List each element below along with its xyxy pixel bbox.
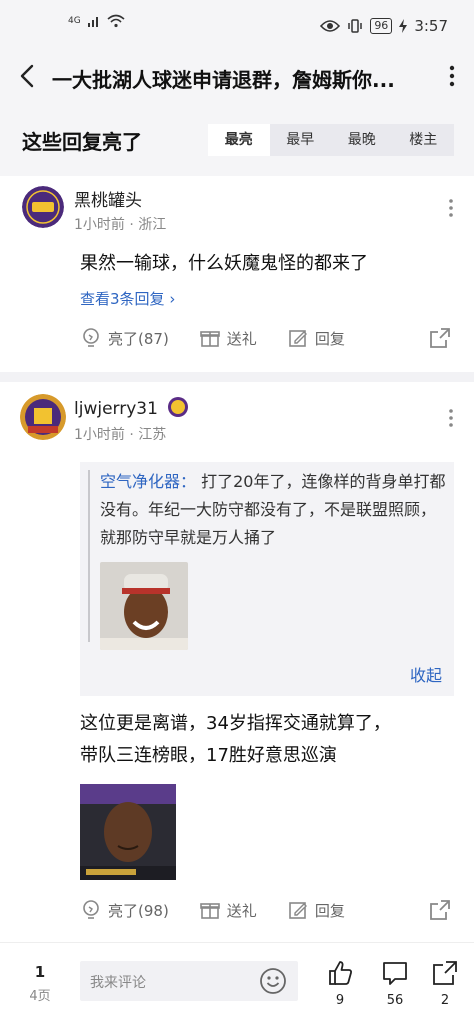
eye-icon [320, 20, 341, 32]
comment-card: 黑桃罐头 1小时前 · 浙江 果然一输球，什么妖魔鬼怪的都来了 查看3条回复 ›… [0, 176, 474, 372]
status-bar: 4G 96 3:57 [0, 0, 474, 52]
comments-button[interactable]: 56 [379, 959, 411, 1008]
gift-icon [199, 903, 220, 919]
total-pages[interactable]: 4页 [26, 985, 54, 1004]
comment-input[interactable]: 我来评论 [80, 961, 298, 1001]
thumbs-up-icon [329, 961, 353, 985]
like-label: 亮了(98) [108, 901, 169, 920]
team-badge-icon [168, 397, 189, 417]
more-vertical-icon[interactable] [444, 62, 460, 90]
quoted-reply: 空气净化器： 打了20年了，连像样的背身单打都没有。年纪一大防守都没有了，不是联… [80, 462, 454, 696]
collapse-link[interactable]: 收起 [410, 662, 442, 686]
sort-tabs: 最亮 最早 最晚 楼主 [208, 124, 454, 156]
signal-icon [87, 17, 98, 27]
tab-op-only[interactable]: 楼主 [392, 124, 454, 156]
avatar[interactable] [22, 186, 64, 228]
edit-icon [289, 902, 307, 919]
quote-bar [88, 470, 90, 642]
comment-line: 带队三连榜眼，17胜好意思巡演 [80, 745, 337, 766]
like-label: 亮了(87) [108, 329, 169, 348]
quote-image[interactable] [100, 562, 188, 650]
title-bar: 一大批湖人球迷申请退群，詹姆斯你... [0, 52, 474, 100]
gift-button[interactable]: 送礼 [199, 899, 257, 921]
like-button[interactable]: 亮了(98) [80, 899, 169, 921]
comment-more-icon[interactable] [448, 198, 454, 218]
charging-icon [399, 19, 408, 33]
comment-bubble-icon [383, 962, 407, 985]
like-button[interactable]: 亮了(87) [80, 327, 169, 349]
comment-actions: 亮了(98) 送礼 回复 [80, 896, 460, 924]
light-bulb-icon [83, 328, 99, 347]
share-icon [433, 961, 457, 985]
share-icon[interactable] [428, 326, 452, 350]
comment-text: 这位更是离谱，34岁指挥交通就算了， 带队三连榜眼，17胜好意思巡演 [80, 708, 391, 772]
view-replies-label: 查看3条回复 [80, 290, 165, 308]
comment-actions: 亮了(87) 送礼 回复 [80, 324, 460, 352]
vibrate-icon [348, 19, 363, 33]
tab-latest[interactable]: 最晚 [331, 124, 393, 156]
comment-count: 56 [386, 993, 404, 1008]
gift-button[interactable]: 送礼 [199, 327, 257, 349]
username[interactable]: 黑桃罐头 [74, 186, 142, 211]
tab-earliest[interactable]: 最早 [269, 124, 331, 156]
comment-placeholder: 我来评论 [90, 975, 146, 991]
section-title: 这些回复亮了 [22, 130, 142, 154]
share-icon[interactable] [428, 898, 452, 922]
comment-meta: 1小时前 · 江苏 [74, 427, 167, 443]
status-left: 4G [68, 14, 125, 28]
avatar[interactable] [20, 394, 66, 440]
battery-icon: 96 [370, 18, 393, 34]
gift-icon [199, 331, 220, 347]
reply-button[interactable]: 回复 [287, 327, 345, 349]
edit-icon [289, 330, 307, 347]
divider [0, 372, 474, 382]
comment-image[interactable] [80, 784, 176, 880]
quote-text: 空气净化器： 打了20年了，连像样的背身单打都没有。年纪一大防守都没有了，不是联… [100, 468, 448, 552]
reply-label: 回复 [314, 329, 345, 348]
like-post-button[interactable]: 9 [324, 959, 356, 1008]
chevron-right-icon: › [169, 290, 176, 308]
comment-text: 果然一输球，什么妖魔鬼怪的都来了 [80, 253, 368, 274]
wifi-icon [107, 14, 125, 28]
tab-hottest[interactable]: 最亮 [208, 124, 270, 156]
share-post-button[interactable]: 2 [429, 959, 461, 1008]
gift-label: 送礼 [226, 329, 257, 348]
back-arrow-icon[interactable] [16, 62, 40, 90]
gift-label: 送礼 [226, 901, 257, 920]
emoji-icon[interactable] [258, 966, 288, 996]
current-page[interactable]: 1 [30, 963, 50, 981]
view-replies-link[interactable]: 查看3条回复 › [80, 288, 175, 309]
quote-author[interactable]: 空气净化器： [100, 472, 196, 491]
like-count: 9 [335, 993, 345, 1008]
bottom-bar: 1 4页 我来评论 9 56 2 [0, 942, 474, 1013]
username-label: ljwjerry31 [74, 399, 158, 419]
share-count: 2 [440, 993, 450, 1008]
status-right: 96 3:57 [320, 17, 448, 35]
reply-button[interactable]: 回复 [287, 899, 345, 921]
comment-meta: 1小时前 · 浙江 [74, 217, 167, 233]
comment-more-icon[interactable] [448, 408, 454, 428]
comment-line: 这位更是离谱，34岁指挥交通就算了， [80, 713, 391, 734]
clock: 3:57 [414, 17, 448, 35]
network-label: 4G [68, 16, 81, 26]
page-title: 一大批湖人球迷申请退群，詹姆斯你... [52, 68, 395, 92]
reply-label: 回复 [314, 901, 345, 920]
light-bulb-icon [83, 900, 99, 919]
username[interactable]: ljwjerry31 [74, 396, 189, 419]
